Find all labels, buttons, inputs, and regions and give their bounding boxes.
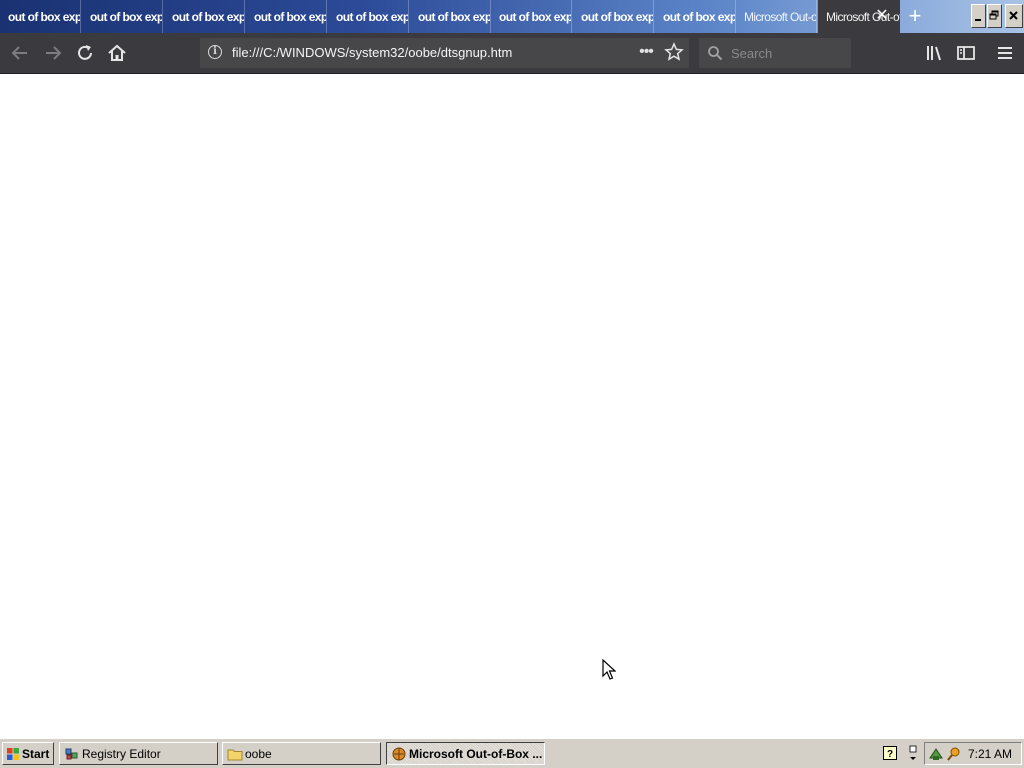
home-icon[interactable] <box>105 41 129 65</box>
sidebar-toggle-icon[interactable] <box>954 41 978 65</box>
tab-title: out of box experience <box>499 10 572 24</box>
close-icon <box>1009 11 1018 20</box>
tab[interactable]: out of box experience <box>328 0 409 33</box>
forward-arrow-icon[interactable] <box>41 41 65 65</box>
tab-title: out of box experience <box>418 10 491 24</box>
minimize-button[interactable] <box>971 4 986 28</box>
page-content <box>0 74 1024 738</box>
mouse-cursor-icon <box>602 659 616 680</box>
tab-title: out of box experience <box>8 10 81 24</box>
tab-active[interactable]: Microsoft Out-of-Box Experience ✕ <box>818 0 900 33</box>
tab[interactable]: out of box experience <box>0 0 81 33</box>
tab[interactable]: out of box experience <box>246 0 327 33</box>
tab-title: Microsoft Out-of-Box Experience <box>744 10 817 24</box>
language-bar-icon[interactable] <box>904 744 922 762</box>
url-text[interactable]: file:///C:/WINDOWS/system32/oobe/dtsgnup… <box>232 45 512 60</box>
tab[interactable]: Microsoft Out-of-Box Experience <box>736 0 817 33</box>
tab[interactable]: out of box experience <box>491 0 572 33</box>
tab[interactable]: out of box experience <box>573 0 654 33</box>
reload-icon[interactable] <box>73 41 97 65</box>
search-field[interactable]: Search <box>699 38 851 68</box>
help-icon[interactable]: ? <box>883 746 897 760</box>
library-icon[interactable] <box>923 41 947 65</box>
search-icon <box>708 46 723 61</box>
svg-text:?: ? <box>887 749 893 760</box>
navigation-toolbar: i file:///C:/WINDOWS/system32/oobe/dtsgn… <box>0 33 1024 74</box>
tab[interactable]: out of box experience <box>655 0 736 33</box>
system-tray: 7:21 AM <box>924 742 1022 765</box>
tab-title: out of box experience <box>172 10 245 24</box>
search-tray-icon[interactable] <box>946 746 962 762</box>
minimize-icon <box>975 19 981 21</box>
tab-title: out of box experience <box>663 10 736 24</box>
back-arrow-icon[interactable] <box>8 41 32 65</box>
taskbar: Start Registry Editor oobe Microsoft Out… <box>0 738 1024 768</box>
tab-title: out of box experience <box>90 10 163 24</box>
start-button[interactable]: Start <box>2 742 54 765</box>
search-placeholder: Search <box>731 46 773 61</box>
address-bar[interactable]: i file:///C:/WINDOWS/system32/oobe/dtsgn… <box>200 38 689 68</box>
info-icon[interactable]: i <box>208 45 222 59</box>
tab-strip: out of box experience out of box experie… <box>0 0 1024 33</box>
taskbar-item-label: Microsoft Out-of-Box ... <box>409 747 543 761</box>
network-icon[interactable] <box>928 746 944 762</box>
taskbar-item-oobe-browser[interactable]: Microsoft Out-of-Box ... <box>386 742 545 765</box>
taskbar-item-oobe[interactable]: oobe <box>222 742 381 765</box>
windows-flag-icon <box>7 748 19 760</box>
bookmark-star-icon[interactable] <box>664 42 684 62</box>
tab[interactable]: out of box experience <box>82 0 163 33</box>
hamburger-menu-icon[interactable] <box>993 41 1017 65</box>
tab-title: out of box experience <box>336 10 409 24</box>
page-actions-menu-icon[interactable]: ••• <box>636 43 656 63</box>
taskbar-item-registry-editor[interactable]: Registry Editor <box>59 742 218 765</box>
tab[interactable]: out of box experience <box>410 0 491 33</box>
taskbar-item-label: Registry Editor <box>82 747 161 761</box>
browser-app-icon <box>392 747 406 761</box>
restore-icon <box>989 10 999 20</box>
registry-editor-icon <box>65 748 78 760</box>
close-tab-icon[interactable]: ✕ <box>874 8 890 24</box>
folder-icon <box>227 749 243 761</box>
restore-button[interactable] <box>987 4 1002 28</box>
tab-title: out of box experience <box>254 10 327 24</box>
clock[interactable]: 7:21 AM <box>968 747 1012 761</box>
taskbar-item-label: oobe <box>245 747 272 761</box>
start-label: Start <box>22 747 50 761</box>
close-window-button[interactable] <box>1005 4 1023 28</box>
new-tab-button[interactable]: + <box>903 5 927 27</box>
tab-title: out of box experience <box>581 10 654 24</box>
tab[interactable]: out of box experience <box>164 0 245 33</box>
